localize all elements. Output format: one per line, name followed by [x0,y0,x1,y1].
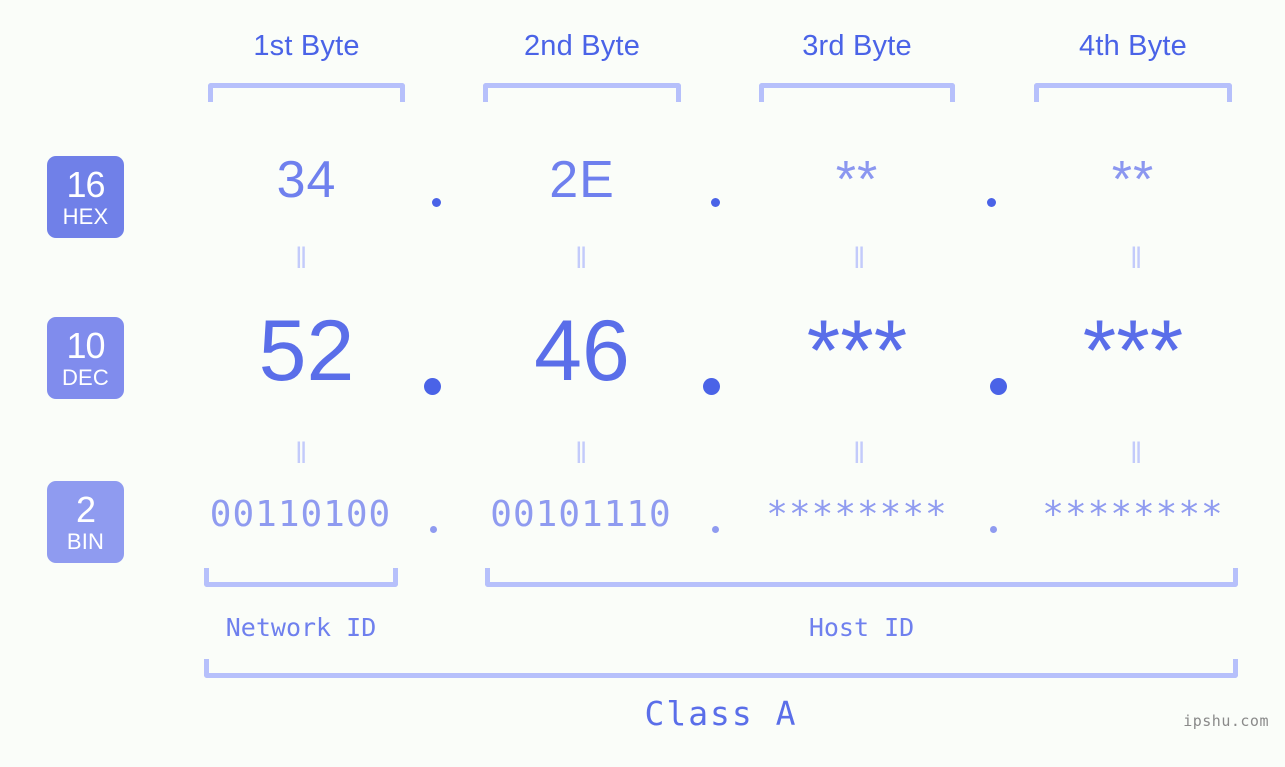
bin-byte-3: ******** [766,494,948,535]
bin-byte-1: 00110100 [209,494,392,535]
base-badge-bin: 2 BIN [47,481,124,563]
byte-header-2: 2nd Byte [523,30,641,62]
equals-mark-hex-dec-3 [853,246,865,272]
equals-mark-dec-bin-3 [853,441,865,467]
host-id-bracket [485,568,1238,587]
network-id-label: Network ID [225,613,377,642]
host-id-label: Host ID [808,613,915,642]
byte-header-1: 1st Byte [253,30,360,62]
byte-bracket-1 [208,83,405,102]
base-badge-dec-number: 10 [66,324,105,366]
dec-dot-1 [424,378,441,395]
base-badge-hex: 16 HEX [47,156,124,238]
network-id-bracket [204,568,398,587]
bin-dot-1 [430,526,437,533]
dec-byte-1: 52 [258,303,355,399]
byte-bracket-4 [1034,83,1232,102]
byte-header-4: 4th Byte [1079,30,1187,62]
base-badge-dec-name: DEC [61,364,110,390]
hex-byte-4: ** [1111,151,1155,209]
equals-mark-dec-bin-2 [575,441,587,467]
base-badge-dec: 10 DEC [47,317,124,399]
hex-byte-3: ** [835,151,879,209]
ip-address-breakdown-diagram: 1st Byte 2nd Byte 3rd Byte 4th Byte 16 H… [0,0,1285,767]
equals-mark-hex-dec-4 [1130,246,1142,272]
hex-dot-1 [432,198,441,207]
bin-dot-2 [712,526,719,533]
base-badge-bin-number: 2 [75,488,96,530]
hex-byte-2: 2E [549,151,615,209]
byte-bracket-3 [759,83,955,102]
bin-byte-4: ******** [1042,494,1224,535]
hex-byte-1: 34 [276,151,337,209]
base-badge-bin-name: BIN [66,528,105,554]
dec-dot-2 [703,378,720,395]
byte-header-3: 3rd Byte [802,30,912,62]
dec-byte-4: *** [1082,303,1184,399]
byte-bracket-2 [483,83,681,102]
dec-byte-3: *** [806,303,908,399]
equals-mark-dec-bin-1 [295,441,307,467]
dec-byte-2: 46 [534,303,630,399]
bin-byte-2: 00101110 [490,494,672,535]
base-badge-hex-number: 16 [66,163,105,205]
bin-dot-3 [990,526,997,533]
hex-dot-2 [711,198,720,207]
class-bracket [204,659,1238,678]
hex-dot-3 [987,198,996,207]
equals-mark-hex-dec-1 [295,246,307,272]
dec-dot-3 [990,378,1007,395]
class-label: Class A [644,694,798,733]
equals-mark-dec-bin-4 [1130,441,1142,467]
base-badge-hex-name: HEX [62,203,109,229]
equals-mark-hex-dec-2 [575,246,587,272]
watermark: ipshu.com [1183,712,1269,730]
